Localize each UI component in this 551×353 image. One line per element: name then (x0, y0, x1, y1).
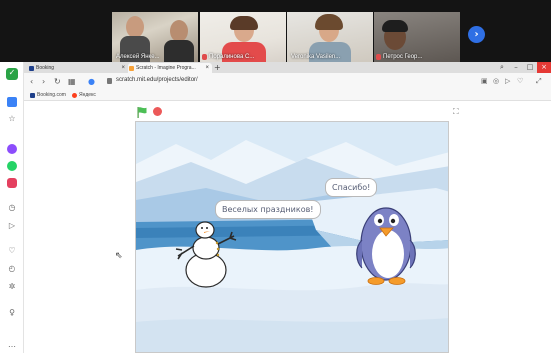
home-icon[interactable] (7, 97, 17, 107)
speed-dial-icon[interactable]: ▦ (68, 76, 76, 87)
bookmark-booking[interactable]: Booking.com (30, 91, 66, 100)
yandex-favicon-icon (72, 93, 77, 98)
participant-name: Алексей Янке... (116, 54, 160, 60)
participant-tile[interactable]: Поралинова С... (200, 12, 286, 62)
participant-name: Поралинова С... (209, 54, 255, 60)
scratch-favicon-icon (129, 66, 134, 71)
url-field[interactable]: scratch.mit.edu/projects/editor/ (116, 77, 198, 83)
bookmark-label: Яндекс (79, 92, 96, 98)
next-participants-button[interactable]: › (468, 26, 485, 43)
close-tab-icon[interactable]: × (205, 63, 209, 73)
mic-muted-icon (376, 54, 381, 60)
extensions-icon[interactable]: ⤢ (536, 77, 542, 86)
participant-tile[interactable]: Veronika Vasilen... (287, 12, 373, 62)
lightbulb-icon[interactable]: ♀ (7, 308, 17, 318)
shield-icon[interactable]: ✓ (6, 68, 18, 80)
more-icon[interactable]: … (7, 340, 17, 350)
screen: Алексей Янке... Поралинова С... Veronika… (0, 0, 551, 353)
close-window-button[interactable]: × (537, 62, 551, 73)
search-tabs-icon[interactable]: ⌕ (495, 62, 509, 73)
booking-favicon-icon (30, 93, 35, 98)
lock-icon (107, 78, 112, 84)
booking-favicon-icon (29, 66, 34, 71)
minimize-button[interactable]: – (509, 62, 523, 73)
bookmark-icon[interactable]: ☆ (7, 114, 17, 124)
mouse-cursor-icon: ⇖ (115, 251, 123, 261)
video-conference-strip: Алексей Янке... Поралинова С... Veronika… (0, 0, 551, 62)
browser-sidebar: ✓ ☆ ◷ ▷ ♡ ◴ ✲ ♀ … (0, 62, 24, 353)
penguin-speech-bubble: Спасибо! (325, 178, 378, 197)
play-icon[interactable]: ▷ (7, 221, 17, 231)
participant-tile[interactable]: Петрос Геор... (374, 12, 460, 62)
messenger-icon[interactable] (7, 144, 17, 154)
new-tab-button[interactable]: + (214, 62, 221, 73)
participant-tile[interactable]: Алексей Янке... (112, 12, 198, 62)
winter-backdrop (136, 122, 448, 352)
fullscreen-icon[interactable]: ⛶ (453, 107, 462, 116)
participant-name: Петрос Геор... (383, 54, 423, 60)
mic-muted-icon (202, 54, 207, 60)
whatsapp-icon[interactable] (7, 161, 17, 171)
heart-icon[interactable]: ♡ (517, 77, 523, 85)
site-shield-icon[interactable]: ● (88, 76, 95, 87)
forward-icon[interactable]: › (42, 76, 45, 87)
participant-name: Veronika Vasilen... (291, 54, 341, 60)
bookmark-label: Booking.com (37, 92, 66, 98)
wallet-icon[interactable]: ◎ (493, 77, 499, 85)
heart-icon[interactable]: ♡ (7, 246, 17, 256)
clock-icon[interactable]: ◷ (7, 203, 17, 213)
tab-scratch[interactable]: Scratch - Imagine Progra... × (128, 63, 212, 73)
scratch-stage[interactable]: Веселых праздников! Спасибо! (135, 121, 449, 353)
history-icon[interactable]: ◴ (7, 264, 17, 274)
back-icon[interactable]: ‹ (30, 76, 33, 87)
stop-button[interactable] (153, 107, 162, 116)
maximize-button[interactable]: □ (523, 62, 537, 73)
bookmark-yandex[interactable]: Яндекс (72, 91, 96, 100)
bookmarks-bar: Booking.com Яндекс (24, 90, 551, 101)
tab-booking[interactable]: Booking × (28, 63, 128, 73)
tab-bar: Booking × Scratch - Imagine Progra... × … (24, 62, 551, 73)
instagram-icon[interactable] (7, 178, 17, 188)
settings-icon[interactable]: ✲ (7, 282, 17, 292)
tab-title: Scratch - Imagine Progra... (136, 65, 196, 71)
scratch-player-page: ⛶ Веселых праздников! Спасибо! ⇖ (24, 101, 551, 353)
green-flag-icon[interactable] (136, 106, 148, 118)
close-tab-icon[interactable]: × (121, 63, 125, 73)
reload-icon[interactable]: ↻ (54, 76, 61, 87)
camera-icon[interactable]: ▣ (481, 77, 488, 85)
share-icon[interactable]: ▷ (505, 77, 510, 85)
tab-title: Booking (36, 65, 55, 71)
address-bar: ‹ › ↻ ▦ ● scratch.mit.edu/projects/edito… (24, 73, 551, 90)
stage-header: ⛶ (136, 105, 462, 119)
snowman-speech-bubble: Веселых праздников! (215, 200, 321, 219)
